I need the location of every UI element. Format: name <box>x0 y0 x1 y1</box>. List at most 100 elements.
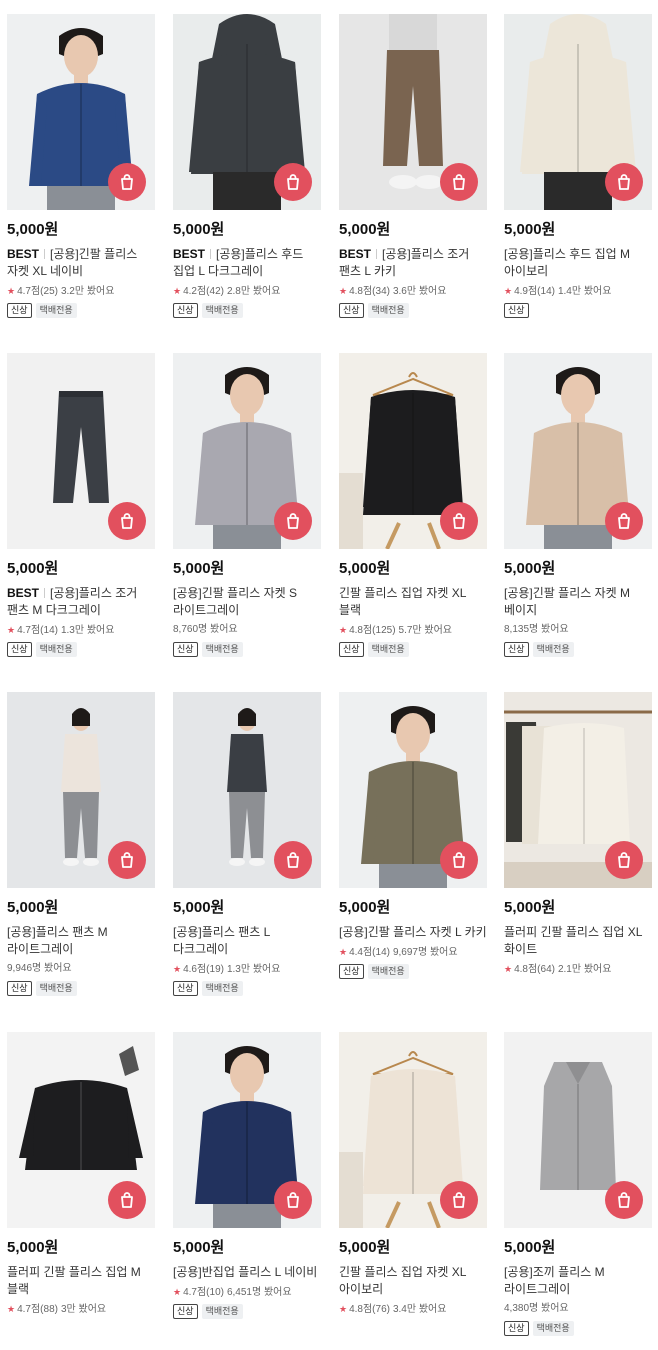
product-meta: ★ 4.8점(64) 2.1만 봤어요 <box>504 962 652 976</box>
product-title[interactable]: BEST [공용]긴팔 플리스 자켓 XL 네이비 <box>7 246 155 280</box>
product-title[interactable]: [공용]반집업 플리스 L 네이비 <box>173 1264 321 1281</box>
view-count: 3.4만 봤어요 <box>392 1304 447 1315</box>
new-tag: 신상 <box>339 303 364 318</box>
product-title[interactable]: BEST [공용]플리스 조거 팬츠 L 카키 <box>339 246 487 280</box>
product-card[interactable]: 5,000원 BEST [공용]플리스 후드 집업 L 다크그레이 ★ 4.2점(4… <box>173 14 321 318</box>
add-to-cart-button[interactable] <box>605 841 643 879</box>
product-image[interactable] <box>173 692 321 888</box>
product-title[interactable]: [공용]플리스 팬츠 M 라이트그레이 <box>7 924 155 958</box>
shopping-bag-icon <box>614 511 634 531</box>
product-title[interactable]: 플러피 긴팔 플리스 집업 M 블랙 <box>7 1264 155 1298</box>
product-title[interactable]: [공용]긴팔 플리스 자켓 M 베이지 <box>504 585 652 619</box>
product-card[interactable]: 5,000원 BEST [공용]긴팔 플리스 자켓 XL 네이비 ★ 4.7점(25… <box>7 14 155 318</box>
product-card[interactable]: 5,000원 [공용]플리스 팬츠 M 라이트그레이 9,946명 봤어요 신상… <box>7 692 155 996</box>
product-tags: 신상 택배전용 <box>7 303 155 318</box>
product-image[interactable] <box>504 14 652 210</box>
add-to-cart-button[interactable] <box>605 163 643 201</box>
product-image[interactable] <box>173 14 321 210</box>
rating: 4.6점(19) <box>183 964 224 975</box>
product-image[interactable] <box>339 692 487 888</box>
product-title-text: 플러피 긴팔 플리스 집업 XL 화이트 <box>504 925 642 956</box>
product-price: 5,000원 <box>339 560 391 577</box>
add-to-cart-button[interactable] <box>440 163 478 201</box>
product-title[interactable]: 긴팔 플리스 집업 자켓 XL 아이보리 <box>339 1264 487 1298</box>
product-title[interactable]: [공용]긴팔 플리스 자켓 S 라이트그레이 <box>173 585 321 619</box>
rating: 4.2점(42) <box>183 286 224 297</box>
product-card[interactable]: 5,000원 BEST [공용]플리스 조거 팬츠 M 다크그레이 ★ 4.7점(1… <box>7 353 155 657</box>
product-image[interactable] <box>339 1032 487 1228</box>
add-to-cart-button[interactable] <box>108 163 146 201</box>
product-title[interactable]: BEST [공용]플리스 후드 집업 L 다크그레이 <box>173 246 321 280</box>
product-image[interactable] <box>7 353 155 549</box>
product-image[interactable] <box>504 692 652 888</box>
star-icon: ★ <box>7 625 16 635</box>
product-card[interactable]: 5,000원 긴팔 플리스 집업 자켓 XL 아이보리 ★ 4.8점(76) 3.4… <box>339 1032 487 1316</box>
product-meta: 4,380명 봤어요 <box>504 1302 652 1316</box>
add-to-cart-button[interactable] <box>274 1181 312 1219</box>
product-card[interactable]: 5,000원 플러피 긴팔 플리스 집업 M 블랙 ★ 4.7점(88) 3만 봤어… <box>7 1032 155 1316</box>
product-card[interactable]: 5,000원 긴팔 플리스 집업 자켓 XL 블랙 ★ 4.8점(125) 5.7만… <box>339 353 487 657</box>
product-tags: 신상 택배전용 <box>173 981 321 996</box>
add-to-cart-button[interactable] <box>605 502 643 540</box>
product-image[interactable] <box>504 1032 652 1228</box>
product-title-text: [공용]조끼 플리스 M 라이트그레이 <box>504 1265 605 1296</box>
product-card[interactable]: 5,000원 [공용]플리스 후드 집업 M 아이보리 ★ 4.9점(14) 1.4… <box>504 14 652 318</box>
product-title-text: [공용]긴팔 플리스 자켓 S 라이트그레이 <box>173 586 298 617</box>
product-title[interactable]: 플러피 긴팔 플리스 집업 XL 화이트 <box>504 924 652 958</box>
product-title[interactable]: [공용]긴팔 플리스 자켓 L 카키 <box>339 924 487 941</box>
product-meta: ★ 4.7점(88) 3만 봤어요 <box>7 1302 155 1316</box>
product-price: 5,000원 <box>173 1239 225 1256</box>
star-icon: ★ <box>504 286 513 296</box>
product-card[interactable]: 5,000원 플러피 긴팔 플리스 집업 XL 화이트 ★ 4.8점(64) 2.1… <box>504 692 652 976</box>
product-meta: 9,946명 봤어요 <box>7 962 155 976</box>
star-icon: ★ <box>173 964 182 974</box>
view-count: 6,451명 봤어요 <box>226 1287 292 1298</box>
add-to-cart-button[interactable] <box>274 163 312 201</box>
product-title-text: [공용]반집업 플리스 L 네이비 <box>173 1265 318 1279</box>
star-icon: ★ <box>173 1287 182 1297</box>
product-image[interactable] <box>339 353 487 549</box>
add-to-cart-button[interactable] <box>440 841 478 879</box>
product-image[interactable] <box>173 1032 321 1228</box>
product-image[interactable] <box>7 692 155 888</box>
product-card[interactable]: 5,000원 [공용]반집업 플리스 L 네이비 ★ 4.7점(10) 6,451명… <box>173 1032 321 1319</box>
divider <box>44 588 46 598</box>
product-title-text: 플러피 긴팔 플리스 집업 M 블랙 <box>7 1265 141 1296</box>
product-card[interactable]: 5,000원 [공용]플리스 팬츠 L 다크그레이 ★ 4.6점(19) 1.3만 … <box>173 692 321 996</box>
product-image[interactable] <box>173 353 321 549</box>
product-card[interactable]: 5,000원 [공용]긴팔 플리스 자켓 S 라이트그레이 8,760명 봤어요… <box>173 353 321 657</box>
new-tag: 신상 <box>173 981 198 996</box>
new-tag: 신상 <box>504 1321 529 1336</box>
add-to-cart-button[interactable] <box>440 1181 478 1219</box>
product-card[interactable]: 5,000원 BEST [공용]플리스 조거 팬츠 L 카키 ★ 4.8점(34) 3… <box>339 14 487 318</box>
add-to-cart-button[interactable] <box>605 1181 643 1219</box>
product-tags: 신상 택배전용 <box>7 981 155 996</box>
add-to-cart-button[interactable] <box>274 841 312 879</box>
add-to-cart-button[interactable] <box>274 502 312 540</box>
add-to-cart-button[interactable] <box>108 1181 146 1219</box>
product-price: 5,000원 <box>173 221 225 238</box>
rating: 4.7점(10) <box>183 1287 224 1298</box>
add-to-cart-button[interactable] <box>108 841 146 879</box>
product-meta: ★ 4.8점(76) 3.4만 봤어요 <box>339 1302 487 1316</box>
product-card[interactable]: 5,000원 [공용]긴팔 플리스 자켓 M 베이지 8,135명 봤어요 신상… <box>504 353 652 657</box>
product-price: 5,000원 <box>504 221 556 238</box>
add-to-cart-button[interactable] <box>108 502 146 540</box>
product-image[interactable] <box>7 1032 155 1228</box>
product-grid: 5,000원 BEST [공용]긴팔 플리스 자켓 XL 네이비 ★ 4.7점(25… <box>0 0 658 1350</box>
product-title[interactable]: [공용]플리스 후드 집업 M 아이보리 <box>504 246 652 280</box>
product-card[interactable]: 5,000원 [공용]조끼 플리스 M 라이트그레이 4,380명 봤어요 신상… <box>504 1032 652 1336</box>
view-count: 1.3만 봤어요 <box>60 625 115 636</box>
product-card[interactable]: 5,000원 [공용]긴팔 플리스 자켓 L 카키 ★ 4.4점(14) 9,697… <box>339 692 487 979</box>
product-image[interactable] <box>339 14 487 210</box>
product-image[interactable] <box>504 353 652 549</box>
product-image[interactable] <box>7 14 155 210</box>
star-icon: ★ <box>7 1304 16 1314</box>
product-title[interactable]: [공용]조끼 플리스 M 라이트그레이 <box>504 1264 652 1298</box>
rating: 4.8점(34) <box>349 286 390 297</box>
product-title[interactable]: BEST [공용]플리스 조거 팬츠 M 다크그레이 <box>7 585 155 619</box>
product-title[interactable]: 긴팔 플리스 집업 자켓 XL 블랙 <box>339 585 487 619</box>
product-title[interactable]: [공용]플리스 팬츠 L 다크그레이 <box>173 924 321 958</box>
shopping-bag-icon <box>283 511 303 531</box>
add-to-cart-button[interactable] <box>440 502 478 540</box>
